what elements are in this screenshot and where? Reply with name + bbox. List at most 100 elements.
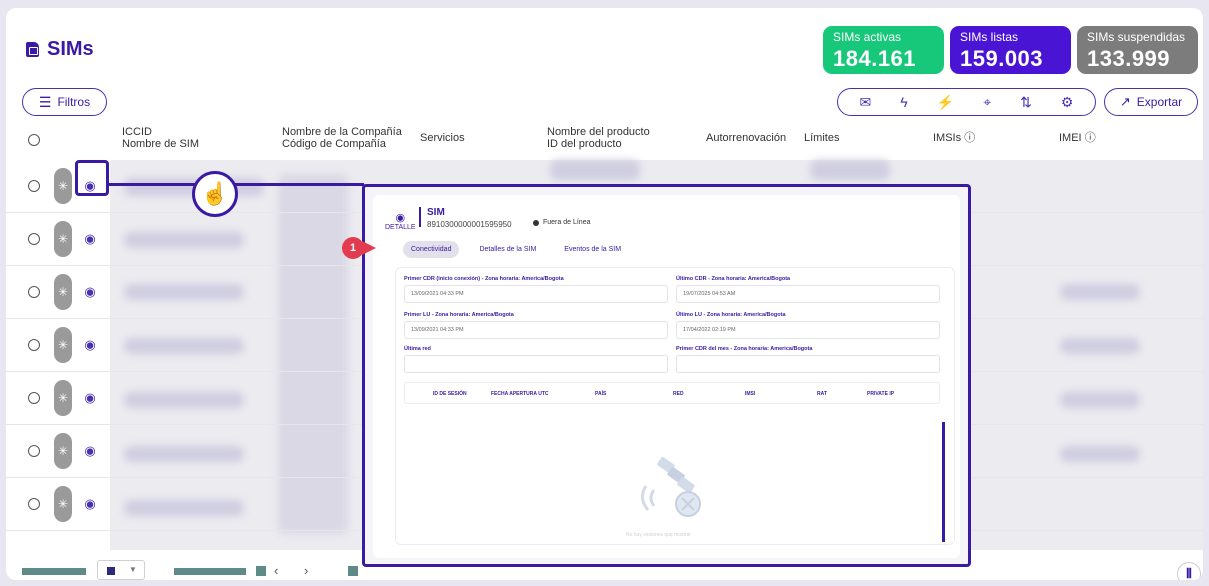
row-toggle[interactable]: ✳ xyxy=(54,221,72,257)
export-label: Exportar xyxy=(1136,95,1183,109)
tab-connectivity[interactable]: Conectividad xyxy=(403,241,460,258)
col-services[interactable]: Servicios xyxy=(420,132,465,144)
select-all-radio[interactable] xyxy=(28,134,40,146)
row-toggle[interactable]: ✳ xyxy=(54,274,72,310)
pointer-hand-icon: ☝ xyxy=(192,171,238,217)
stat-label: SIMs activas xyxy=(833,30,902,44)
rows-per-page-label xyxy=(22,568,86,575)
no-signal-sim-icon xyxy=(641,457,701,517)
field-value: 19/07/2025 04:53 AM xyxy=(676,285,940,303)
status-text: Fuera de Línea xyxy=(543,219,591,226)
row-select-radio[interactable] xyxy=(28,286,40,298)
stat-value: 159.003 xyxy=(960,46,1044,71)
row-toggle[interactable]: ✳ xyxy=(54,433,72,469)
view-detail-eye-icon[interactable]: ◉ xyxy=(82,496,98,512)
sim-settings-icon[interactable]: ⚙ xyxy=(1061,94,1074,111)
stat-suspended-sims[interactable]: SIMs suspendidas 133.999 xyxy=(1077,26,1198,74)
row-select-radio[interactable] xyxy=(28,392,40,404)
row-select-radio[interactable] xyxy=(28,339,40,351)
field-last-lu: Último LU - Zona horaria: America/Bogota… xyxy=(676,312,940,339)
status-dot xyxy=(533,219,539,226)
mail-icon[interactable]: ✉ xyxy=(860,94,872,111)
row-select-radio[interactable] xyxy=(28,498,40,510)
lightning-off-icon[interactable]: ⚡ xyxy=(937,94,954,111)
row-toggle[interactable]: ✳ xyxy=(54,380,72,416)
col-product[interactable]: Nombre del producto ID del producto xyxy=(547,126,650,150)
pagination-marker xyxy=(256,566,266,576)
tab-sim-details[interactable]: Detalles de la SIM xyxy=(471,241,544,258)
view-detail-eye-icon[interactable]: ◉ xyxy=(82,231,98,247)
field-value: 13/09/2021 04:33 PM xyxy=(404,285,668,303)
stat-label: SIMs listas xyxy=(960,30,1019,44)
sim-card-icon xyxy=(26,42,39,57)
info-icon: ⓘ xyxy=(964,132,976,144)
col-imsis[interactable]: IMSIs ⓘ xyxy=(933,132,975,144)
transfer-icon[interactable]: ⇅ xyxy=(1020,94,1032,111)
field-value xyxy=(676,355,940,373)
pagination-footer: ▼ ‹ › ⦀ xyxy=(6,556,1203,580)
filters-button[interactable]: ☰ Filtros xyxy=(22,88,107,116)
select-value xyxy=(107,567,115,575)
field-first-cdr-month: Primer CDR del mes - Zona horaria: Ameri… xyxy=(676,346,940,373)
stat-active-sims[interactable]: SIMs activas 184.161 xyxy=(823,26,944,74)
chevron-down-icon: ▼ xyxy=(129,565,137,574)
export-button[interactable]: ↗ Exportar xyxy=(1104,88,1198,116)
sim-number: 8910300000001595950 xyxy=(427,220,512,229)
row-select-radio[interactable] xyxy=(28,233,40,245)
pagination-marker xyxy=(348,566,358,576)
field-last-cdr: Último CDR - Zona horaria: America/Bogot… xyxy=(676,276,940,303)
location-pin-icon[interactable]: ⌖ xyxy=(983,94,991,111)
eye-icon: ◉ xyxy=(395,212,406,224)
col-limits[interactable]: Límites xyxy=(804,132,839,144)
row-select-radio[interactable] xyxy=(28,180,40,192)
lightning-icon[interactable]: ϟ xyxy=(900,94,907,110)
sessions-table-header: ID DE SESIÓN FECHA APERTURA UTC PAÍS RED… xyxy=(404,382,940,404)
col-auto-renew[interactable]: Autorrenovación xyxy=(706,132,786,144)
detail-tabs: Conectividad Detalles de la SIM Eventos … xyxy=(403,241,629,258)
connectivity-form: Primer CDR (inicio conexión) - Zona hora… xyxy=(395,267,955,545)
row-toggle[interactable]: ✳ xyxy=(54,168,72,204)
prev-page-icon[interactable]: ‹ xyxy=(274,563,278,578)
view-detail-eye-icon[interactable]: ◉ xyxy=(82,284,98,300)
divider xyxy=(419,207,421,227)
row-toggle[interactable]: ✳ xyxy=(54,486,72,522)
stat-value: 133.999 xyxy=(1087,46,1171,71)
status-indicator: Fuera de Línea xyxy=(533,219,590,226)
view-detail-eye-icon[interactable]: ◉ xyxy=(82,390,98,406)
app-window: SIMs SIMs activas 184.161 SIMs listas 15… xyxy=(6,8,1203,580)
col-iccid[interactable]: ICCID Nombre de SIM xyxy=(122,126,199,150)
highlight-box xyxy=(75,160,109,196)
tab-sim-events[interactable]: Eventos de la SIM xyxy=(556,241,629,258)
sim-title: SIM xyxy=(427,207,445,218)
filter-lines-icon: ☰ xyxy=(38,93,52,110)
row-toggle[interactable]: ✳ xyxy=(54,327,72,363)
filters-label: Filtros xyxy=(57,95,91,109)
callout-arrow xyxy=(362,241,376,255)
field-value xyxy=(404,355,668,373)
table-header: ICCID Nombre de SIM Nombre de la Compañía… xyxy=(6,120,1203,160)
view-detail-eye-icon[interactable]: ◉ xyxy=(82,443,98,459)
pagination-info xyxy=(174,568,246,575)
stat-ready-sims[interactable]: SIMs listas 159.003 xyxy=(950,26,1071,74)
bulk-actions-bar: ✉ ϟ ⚡ ⌖ ⇅ ⚙ xyxy=(837,88,1096,116)
columns-icon[interactable]: ⦀ xyxy=(1177,562,1201,580)
col-imei[interactable]: IMEI ⓘ xyxy=(1059,132,1096,144)
rows-per-page-select[interactable]: ▼ xyxy=(97,560,145,580)
field-first-lu: Primer LU - Zona horaria: America/Bogota… xyxy=(404,312,668,339)
field-first-cdr: Primer CDR (inicio conexión) - Zona hora… xyxy=(404,276,668,303)
detail-label: DETALLE xyxy=(385,224,416,231)
export-icon: ↗ xyxy=(1119,94,1131,109)
page-title: SIMs xyxy=(47,38,94,60)
field-last-network: Última red xyxy=(404,346,668,373)
sim-detail-preview: ◉ DETALLE SIM 8910300000001595950 Fuera … xyxy=(362,184,971,567)
sim-identity: SIM 8910300000001595950 xyxy=(427,207,512,229)
step-callout-badge: 1 xyxy=(342,237,364,259)
view-detail-eye-icon[interactable]: ◉ xyxy=(82,337,98,353)
detail-card: ◉ DETALLE SIM 8910300000001595950 Fuera … xyxy=(373,195,960,558)
col-company[interactable]: Nombre de la Compañía Código de Compañía xyxy=(282,126,402,150)
next-page-icon[interactable]: › xyxy=(304,563,308,578)
info-icon: ⓘ xyxy=(1084,132,1096,144)
scrollbar[interactable] xyxy=(942,422,945,542)
row-select-radio[interactable] xyxy=(28,445,40,457)
empty-message: No hay sesiones que mostrar xyxy=(626,532,692,538)
